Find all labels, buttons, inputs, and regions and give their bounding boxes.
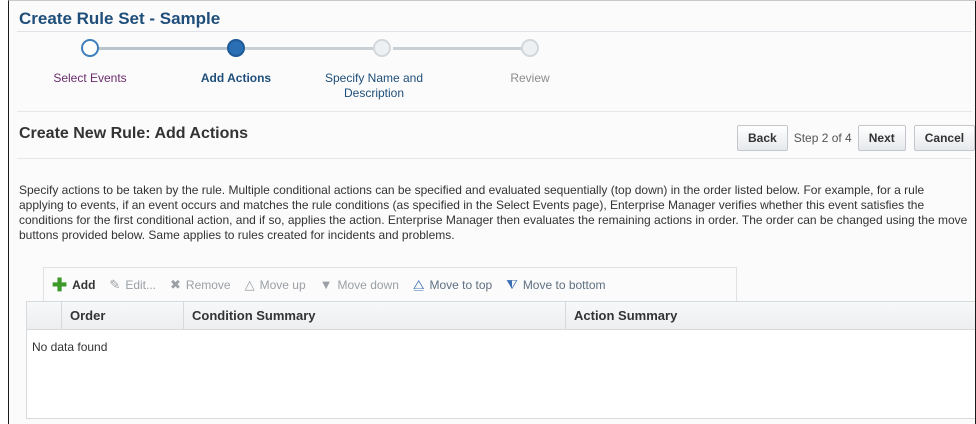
- remove-button[interactable]: ✖ Remove: [170, 277, 231, 293]
- train-stop-review: [521, 39, 539, 57]
- cancel-button[interactable]: Cancel: [913, 125, 976, 151]
- train-connector-1: [93, 47, 237, 50]
- empty-table-message: No data found: [32, 340, 108, 354]
- train-connector-2: [245, 47, 389, 50]
- move-up-button[interactable]: △ Move up: [245, 277, 306, 293]
- column-header-action-summary[interactable]: Action Summary: [565, 302, 976, 330]
- train-label-add-actions: Add Actions: [200, 71, 272, 85]
- back-button[interactable]: Back: [737, 125, 788, 151]
- move-top-label: Move to top: [429, 277, 493, 292]
- move-to-top-button[interactable]: ⧋ Move to top: [413, 277, 492, 293]
- train-stop-select-events[interactable]: [81, 39, 99, 57]
- train-connector-3: [393, 47, 537, 50]
- step-train: Select Events Add Actions Specify Name a…: [9, 35, 629, 105]
- train-divider: [17, 111, 972, 112]
- table-header: Order Condition Summary Action Summary: [27, 302, 976, 330]
- remove-x-icon: ✖: [170, 276, 181, 292]
- remove-label: Remove: [185, 277, 231, 292]
- plus-icon: ✚: [52, 274, 68, 295]
- move-bottom-label: Move to bottom: [522, 277, 606, 292]
- page-frame: Create Rule Set - Sample Select Events A…: [8, 0, 976, 424]
- triangle-down-icon: ▼: [319, 277, 333, 292]
- move-bottom-icon: ⧨: [506, 276, 518, 292]
- actions-table: Order Condition Summary Action Summary N…: [26, 301, 976, 419]
- navigation-buttons: Back Step 2 of 4 Next Cancel: [737, 124, 976, 152]
- move-down-label: Move down: [337, 277, 399, 292]
- instructions-text: Specify actions to be taken by the rule.…: [19, 183, 968, 242]
- page-title: Create Rule Set - Sample: [19, 9, 221, 28]
- move-up-label: Move up: [259, 277, 306, 292]
- move-down-button[interactable]: ▼ Move down: [320, 277, 399, 292]
- move-to-bottom-button[interactable]: ⧨ Move to bottom: [506, 277, 605, 293]
- train-stop-add-actions: [227, 39, 245, 57]
- train-label-review: Review: [510, 71, 550, 85]
- section-title: Create New Rule: Add Actions: [19, 125, 249, 142]
- step-indicator: Step 2 of 4: [793, 131, 852, 145]
- add-button[interactable]: ✚ Add: [52, 274, 96, 295]
- edit-button[interactable]: ✎ Edit...: [109, 277, 156, 293]
- title-divider: [17, 31, 972, 32]
- train-label-select-events[interactable]: Select Events: [20, 71, 160, 86]
- move-top-icon: ⧋: [412, 276, 425, 292]
- next-button[interactable]: Next: [857, 125, 906, 151]
- column-header-order[interactable]: Order: [61, 302, 183, 330]
- edit-label: Edit...: [125, 277, 157, 292]
- add-label: Add: [72, 277, 96, 292]
- train-label-specify-name[interactable]: Specify Name and Description: [313, 71, 435, 101]
- triangle-up-icon: △: [244, 276, 255, 292]
- column-header-condition-summary[interactable]: Condition Summary: [183, 302, 565, 330]
- section-divider: [17, 158, 972, 159]
- pencil-icon: ✎: [109, 276, 121, 292]
- actions-toolbar: ✚ Add ✎ Edit... ✖ Remove △ Move up ▼ Mov…: [43, 267, 737, 301]
- train-stop-specify-name[interactable]: [373, 39, 391, 57]
